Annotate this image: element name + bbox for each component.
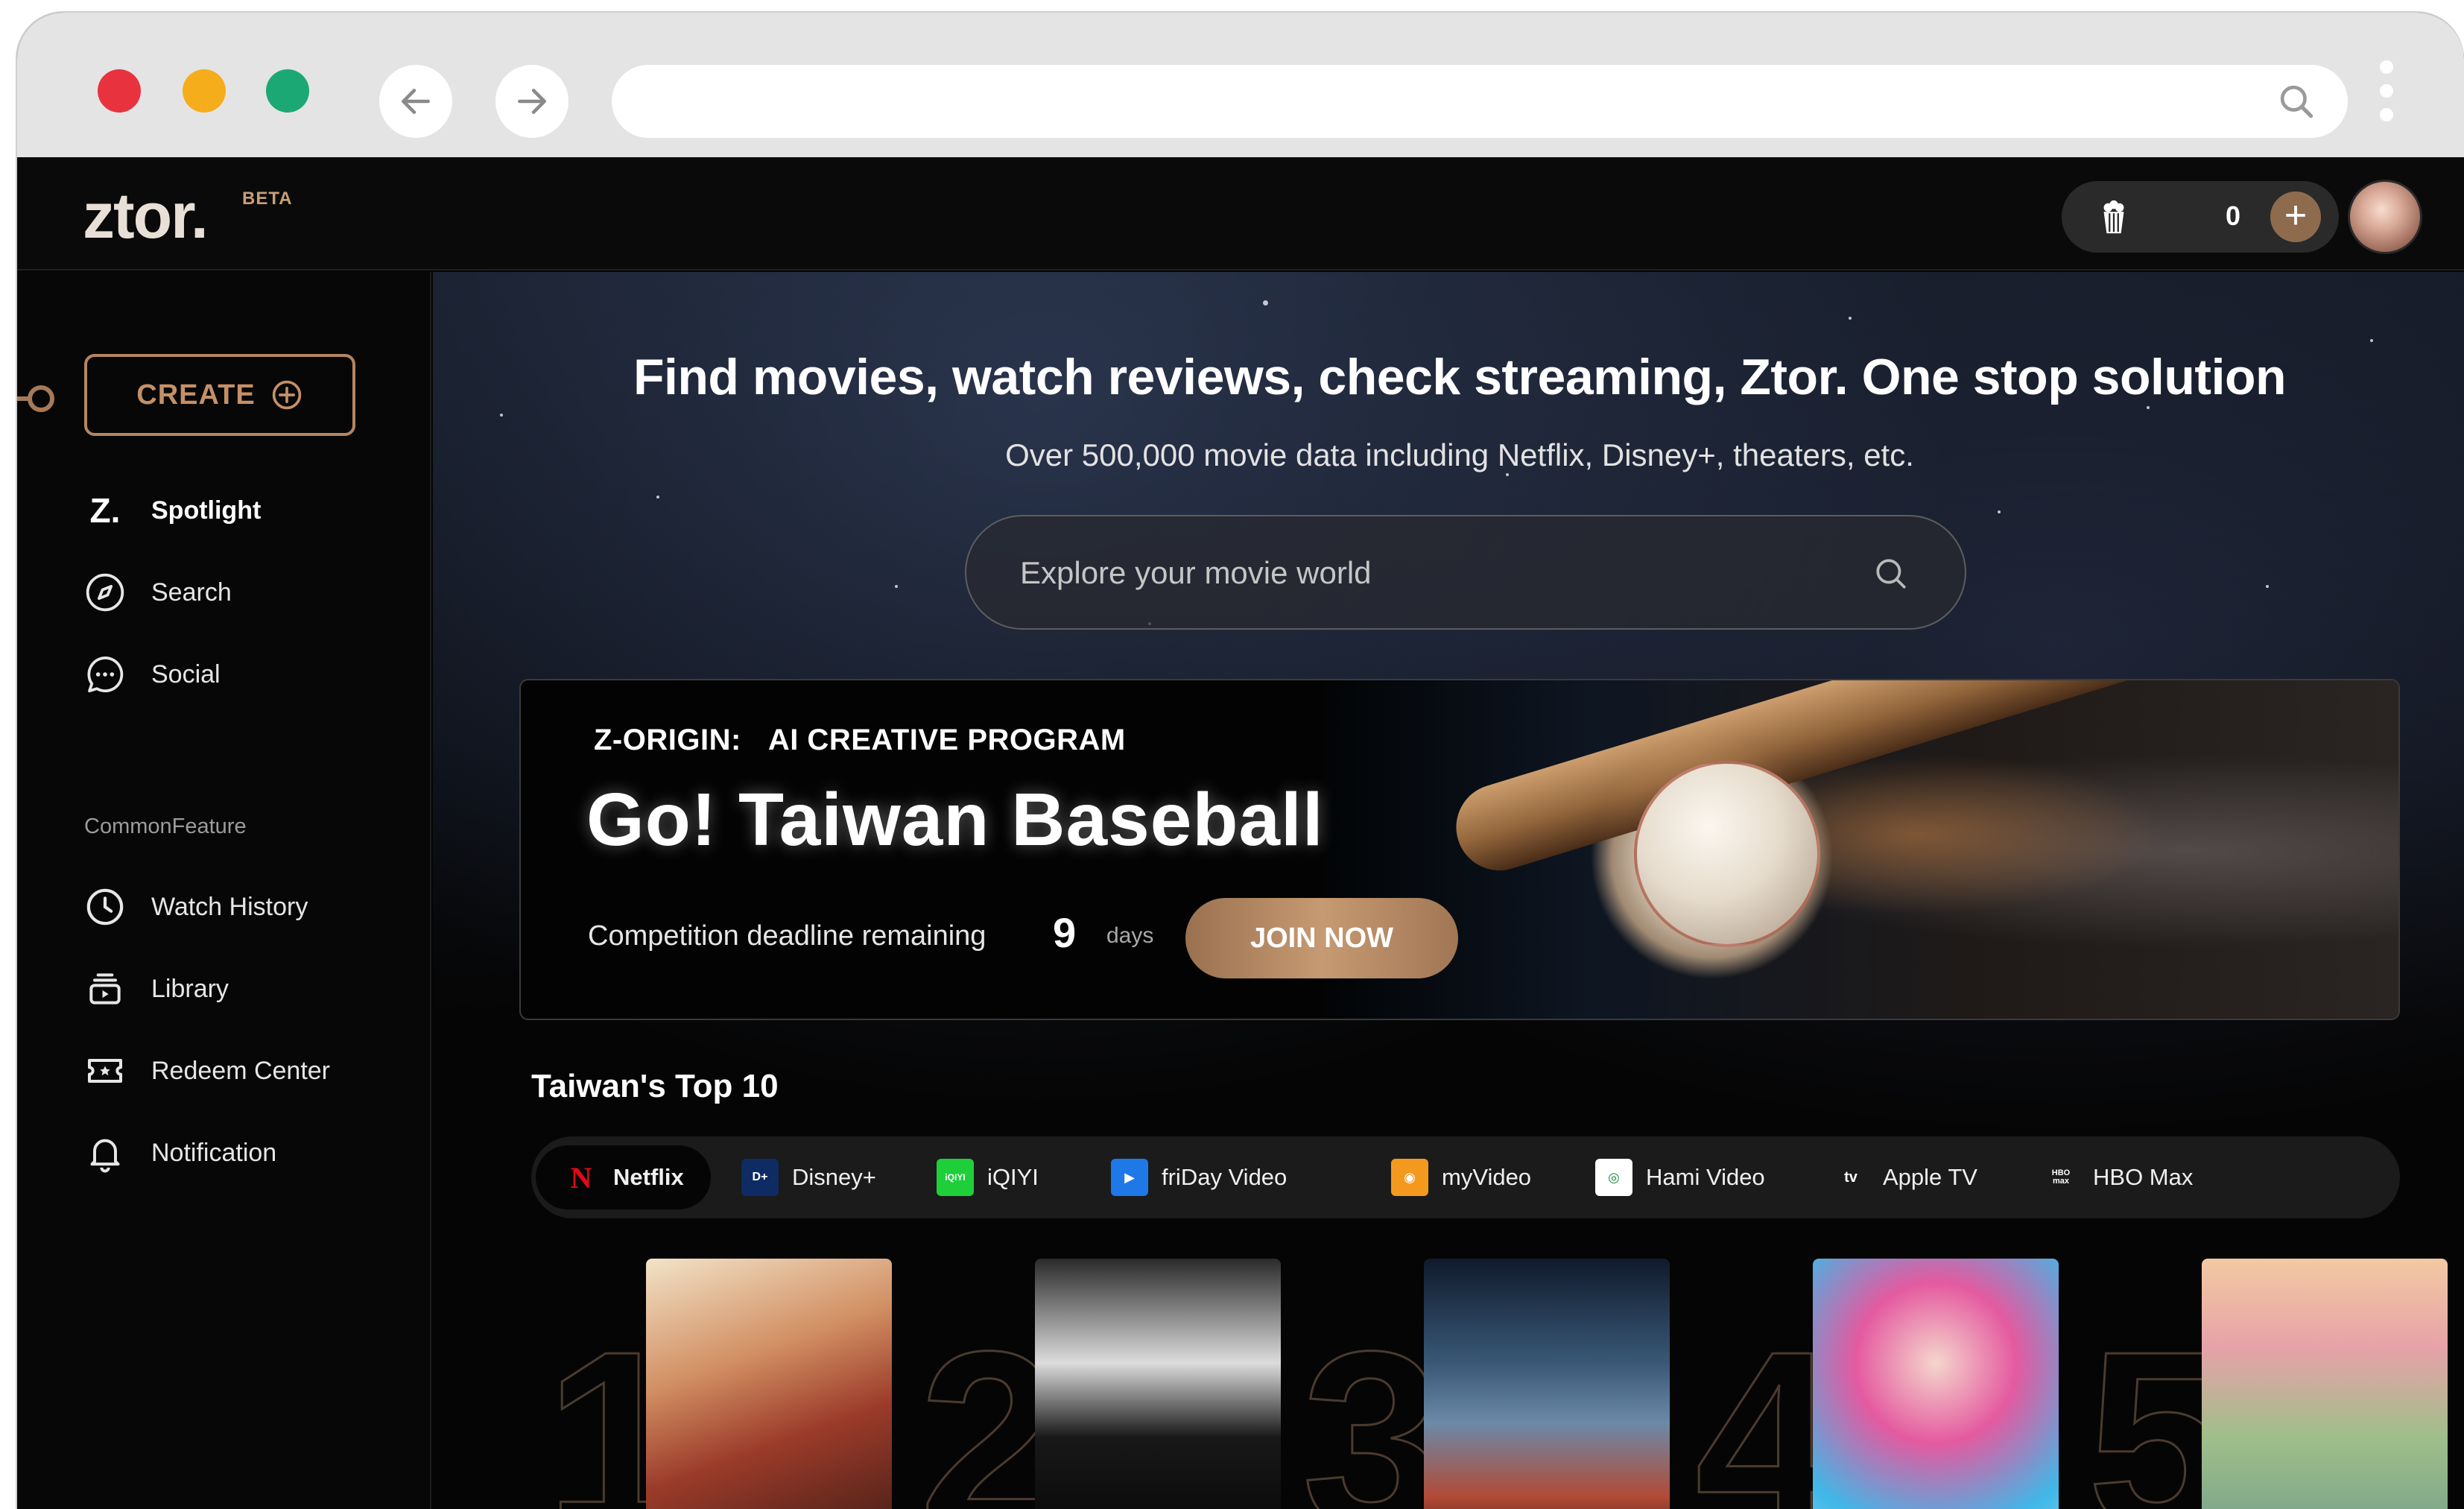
join-now-button[interactable]: JOIN NOW <box>1185 898 1458 978</box>
rank-number: 3 <box>1300 1299 1443 1509</box>
netflix-icon: N <box>570 1160 592 1195</box>
library-icon <box>89 973 121 1005</box>
points-count: 0 <box>2225 200 2241 231</box>
sidebar-item-library[interactable]: Library <box>84 967 229 1011</box>
plus-circle-icon <box>272 380 301 410</box>
logo-text: ztor. <box>83 180 209 252</box>
poster-rank-1[interactable] <box>646 1259 892 1509</box>
tab-apple-tv[interactable]: tv Apple TV <box>1832 1145 1977 1209</box>
tab-disney-plus[interactable]: D+ Disney+ <box>741 1145 876 1209</box>
sidebar-item-label: Library <box>151 974 229 1003</box>
iqiyi-icon: iQIYI <box>937 1159 974 1196</box>
back-button[interactable] <box>379 65 452 138</box>
apple-tv-icon: tv <box>1844 1168 1857 1186</box>
beta-badge: BETA <box>242 189 293 209</box>
sidebar: CREATE Z. Spotlight Search Social Common… <box>17 272 431 1509</box>
movie-search-input[interactable] <box>1020 543 1840 603</box>
tab-label: Disney+ <box>792 1164 876 1190</box>
arrow-left-icon <box>402 89 430 114</box>
compass-icon <box>86 573 124 612</box>
browser-menu-icon[interactable] <box>2378 60 2395 142</box>
poster-rank-2[interactable]: BTS <box>1035 1259 1281 1509</box>
arrow-right-icon <box>518 89 546 114</box>
browser-toolbar <box>17 13 2464 157</box>
sidebar-item-label: Search <box>151 578 232 607</box>
search-icon[interactable] <box>1872 555 1910 592</box>
banner-eyebrow: Z-ORIGIN: AI CREATIVE PROGRAM <box>594 724 1126 757</box>
sidebar-item-label: Spotlight <box>151 496 262 525</box>
tab-label: HBO Max <box>2093 1164 2194 1190</box>
sidebar-item-label: Redeem Center <box>151 1056 331 1085</box>
z-origin-banner[interactable]: Z-ORIGIN: AI CREATIVE PROGRAM Go! Taiwan… <box>519 679 2400 1020</box>
sidebar-item-watch-history[interactable]: Watch History <box>84 885 308 929</box>
add-points-button[interactable]: + <box>2270 192 2321 242</box>
sidebar-item-redeem-center[interactable]: Redeem Center <box>84 1048 330 1093</box>
app-header: ztor. BETA 0 + <box>17 157 2464 271</box>
tab-netflix[interactable]: N Netflix <box>536 1145 711 1209</box>
poster-title: BTS <box>1035 1499 1281 1509</box>
sidebar-item-label: Social <box>151 659 221 689</box>
tab-label: Hami Video <box>1646 1164 1765 1190</box>
ztor-logo[interactable]: ztor. BETA <box>83 184 292 248</box>
baseball-artwork <box>1324 680 2398 1019</box>
tab-label: friDay Video <box>1162 1164 1288 1190</box>
eyebrow-program: Z-ORIGIN: <box>594 724 741 756</box>
deadline-label: Competition deadline remaining <box>588 920 986 952</box>
pin-icon <box>17 385 54 412</box>
tab-label: Netflix <box>613 1164 684 1190</box>
bell-icon <box>90 1139 120 1173</box>
banner-title: Go! Taiwan Baseball <box>586 778 1324 861</box>
friday-video-icon: ▶ <box>1111 1159 1148 1196</box>
main-content: Find movies, watch reviews, check stream… <box>433 272 2464 1509</box>
minimize-window-button[interactable] <box>183 69 226 113</box>
section-title-top10: Taiwan's Top 10 <box>531 1068 779 1104</box>
avatar[interactable] <box>2348 180 2422 254</box>
sidebar-item-notification[interactable]: Notification <box>84 1130 276 1175</box>
create-button[interactable]: CREATE <box>84 354 355 436</box>
poster-rank-3[interactable] <box>1424 1259 1670 1509</box>
maximize-window-button[interactable] <box>266 69 309 113</box>
create-label: CREATE <box>136 379 256 411</box>
myvideo-icon: ◉ <box>1391 1159 1428 1196</box>
baseball-image <box>1634 761 1820 947</box>
address-bar[interactable] <box>612 65 2348 138</box>
close-window-button[interactable] <box>98 69 141 113</box>
hero-title: Find movies, watch reviews, check stream… <box>633 349 2287 405</box>
sidebar-item-label: Watch History <box>151 892 308 921</box>
popcorn-points[interactable]: 0 + <box>2062 181 2339 253</box>
sidebar-item-search[interactable]: Search <box>84 570 232 615</box>
hbo-max-icon: HBO max <box>2051 1168 2071 1186</box>
ticket-icon <box>88 1059 122 1083</box>
forward-button[interactable] <box>495 65 569 138</box>
clock-icon <box>86 888 124 926</box>
movie-search-bar[interactable] <box>965 515 1966 630</box>
sidebar-item-label: Notification <box>151 1138 277 1167</box>
platform-tabs: N Netflix D+ Disney+ iQIYI iQIYI ▶ friDa… <box>531 1136 2400 1218</box>
eyebrow-subtitle: AI CREATIVE PROGRAM <box>767 724 1126 756</box>
tab-hbo-max[interactable]: HBO max HBO Max <box>2042 1145 2194 1209</box>
tab-iqiyi[interactable]: iQIYI iQIYI <box>937 1145 1039 1209</box>
disney-plus-icon: D+ <box>741 1159 779 1196</box>
tab-label: Apple TV <box>1883 1164 1977 1190</box>
browser-window: ztor. BETA 0 + CREATE Z. Spotlight Searc… <box>16 11 2464 1509</box>
poster-rank-4[interactable] <box>1813 1259 2059 1509</box>
tab-hami-video[interactable]: ◎ Hami Video <box>1595 1145 1765 1209</box>
tab-myvideo[interactable]: ◉ myVideo <box>1391 1145 1531 1209</box>
sidebar-item-spotlight[interactable]: Z. Spotlight <box>84 488 262 533</box>
z-logo-icon: Z. <box>89 491 121 530</box>
tab-label: myVideo <box>1442 1164 1532 1190</box>
days-label: days <box>1106 923 1154 948</box>
hero-subtitle: Over 500,000 movie data including Netfli… <box>1005 437 1914 472</box>
tab-friday-video[interactable]: ▶ friDay Video <box>1111 1145 1287 1209</box>
popcorn-icon <box>2103 200 2124 234</box>
sidebar-item-social[interactable]: Social <box>84 652 221 697</box>
search-icon[interactable] <box>2276 81 2318 123</box>
poster-rank-5[interactable] <box>2202 1259 2448 1509</box>
chat-bubble-icon <box>87 656 124 693</box>
hami-video-icon: ◎ <box>1595 1159 1632 1196</box>
tab-label: iQIYI <box>987 1164 1039 1190</box>
days-remaining: 9 <box>1053 909 1077 956</box>
section-label-common: CommonFeature <box>84 814 247 838</box>
